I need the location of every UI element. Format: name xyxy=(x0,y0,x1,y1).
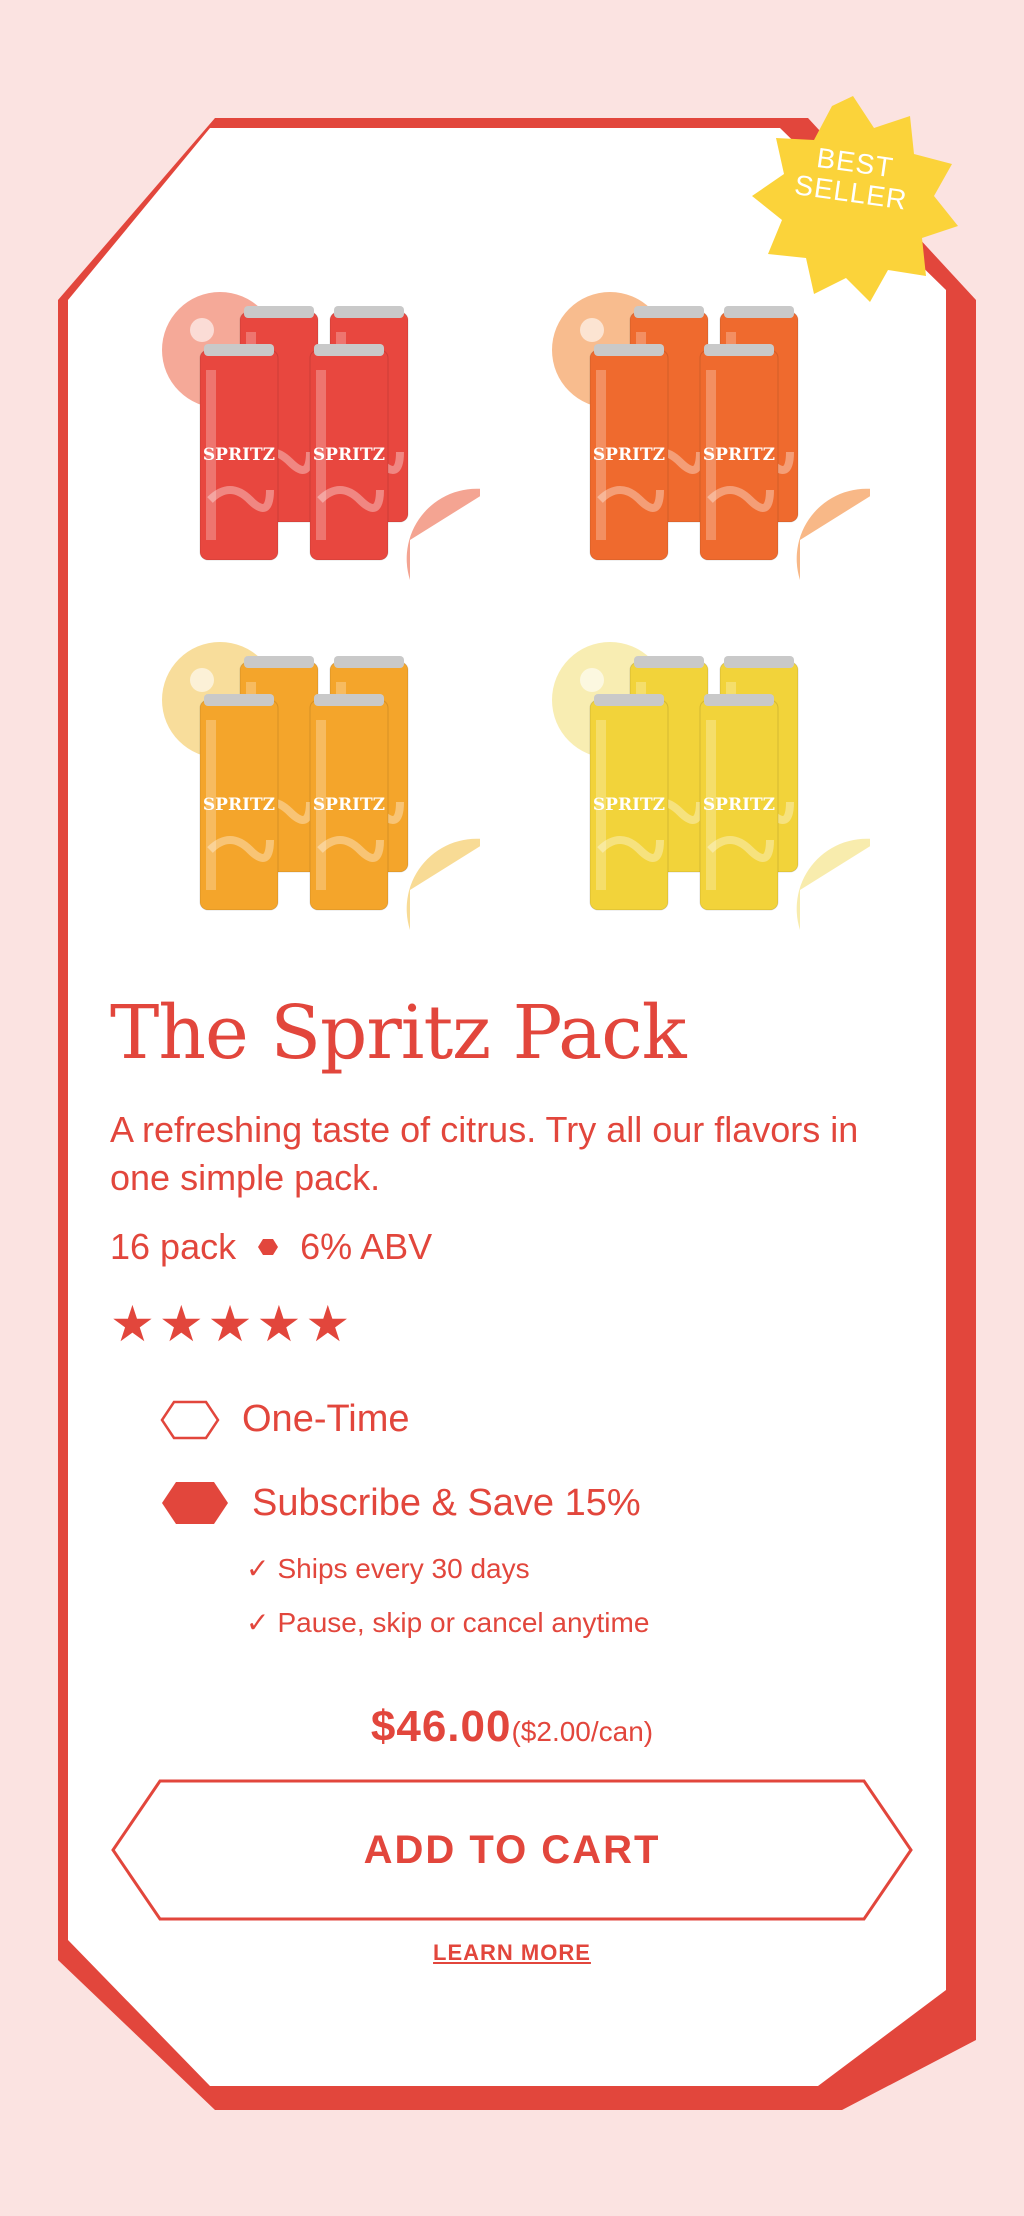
star-rating: ★ ★ ★ ★ ★ xyxy=(110,1296,350,1352)
product-description: A refreshing taste of citrus. Try all ou… xyxy=(110,1109,859,1198)
perk-item: ✓ Pause, skip or cancel anytime xyxy=(246,1606,650,1639)
can-pack-illustration: SPRITZ SPRITZ xyxy=(162,642,490,930)
svg-text:SPRITZ: SPRITZ xyxy=(593,795,665,815)
svg-text:SPRITZ: SPRITZ xyxy=(703,795,775,815)
abv: 6% ABV xyxy=(300,1226,433,1267)
one-time-option[interactable]: One-Time xyxy=(160,1398,410,1441)
can-pack-illustration: SPRITZ SPRITZ xyxy=(552,642,880,930)
separator-icon xyxy=(258,1239,279,1255)
hexagon-radio-icon[interactable] xyxy=(160,1400,220,1440)
svg-text:SPRITZ: SPRITZ xyxy=(313,795,385,815)
svg-text:SPRITZ: SPRITZ xyxy=(203,795,275,815)
subscribe-option[interactable]: Subscribe & Save 15% xyxy=(160,1480,641,1526)
product-title: The Spritz Pack xyxy=(110,990,687,1076)
one-time-label: One-Time xyxy=(242,1398,410,1440)
star-icon: ★ xyxy=(207,1296,253,1352)
add-to-cart-button[interactable] xyxy=(110,1778,914,1922)
can-pack-illustration: SPRITZ SPRITZ xyxy=(162,292,490,580)
learn-more-link[interactable]: LEARN MORE xyxy=(0,1940,1024,1966)
star-icon: ★ xyxy=(256,1296,302,1352)
pack-size: 16 pack xyxy=(110,1226,237,1267)
svg-text:SPRITZ: SPRITZ xyxy=(703,445,775,465)
price-amount: $46.00 xyxy=(370,1702,512,1751)
check-icon: ✓ xyxy=(246,1553,270,1584)
perk-item: ✓ Ships every 30 days xyxy=(246,1552,530,1585)
price-per-can: ($2.00/can) xyxy=(511,1716,654,1747)
star-icon: ★ xyxy=(158,1296,204,1352)
svg-text:SPRITZ: SPRITZ xyxy=(593,445,665,465)
hexagon-radio-selected-icon[interactable] xyxy=(160,1480,230,1526)
subscribe-label: Subscribe & Save 15% xyxy=(252,1481,641,1524)
pineapple-pack-image: SPRITZ SPRITZ xyxy=(140,640,490,950)
svg-text:SPRITZ: SPRITZ xyxy=(313,445,385,465)
svg-text:SPRITZ: SPRITZ xyxy=(203,445,275,465)
product-meta: 16 pack 6% ABV xyxy=(110,1226,432,1268)
orange-pack-image: SPRITZ SPRITZ xyxy=(530,290,880,600)
grapefruit-pack-image: SPRITZ SPRITZ xyxy=(140,290,490,600)
check-icon: ✓ xyxy=(246,1607,270,1638)
price: $46.00($2.00/can) xyxy=(0,1702,1024,1752)
star-icon: ★ xyxy=(110,1296,155,1352)
lemon-pack-image: SPRITZ SPRITZ xyxy=(530,640,880,950)
can-pack-illustration: SPRITZ SPRITZ xyxy=(552,292,880,580)
star-icon: ★ xyxy=(305,1296,351,1352)
